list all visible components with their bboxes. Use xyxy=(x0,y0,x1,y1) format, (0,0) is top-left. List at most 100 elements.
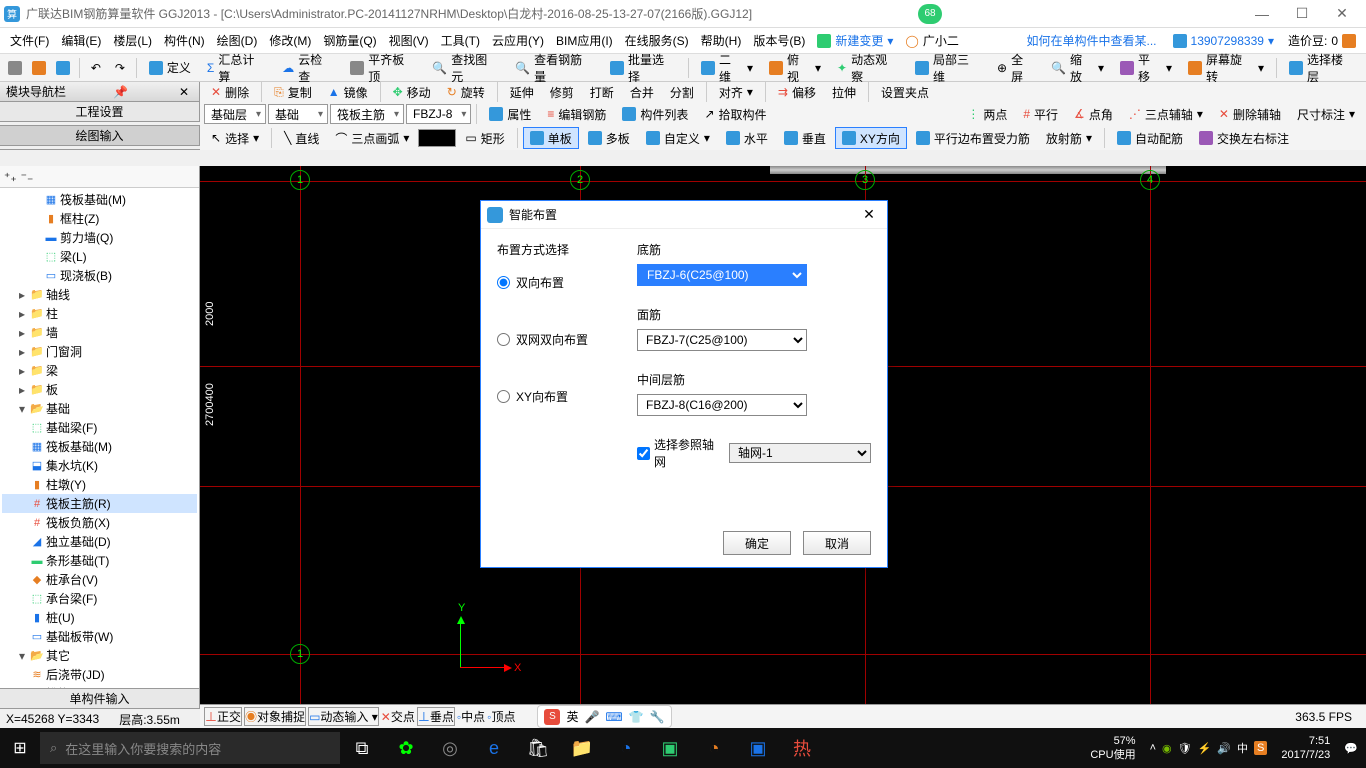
start-button[interactable]: ⊞ xyxy=(0,728,40,768)
tree-node-pedestal[interactable]: ▮柱墩(Y) xyxy=(2,475,197,494)
menu-bim[interactable]: BIM应用(I) xyxy=(550,28,619,53)
menu-draw[interactable]: 绘图(D) xyxy=(211,28,264,53)
menu-tool[interactable]: 工具(T) xyxy=(435,28,486,53)
open-icon[interactable] xyxy=(28,57,50,79)
menu-online[interactable]: 在线服务(S) xyxy=(619,28,695,53)
taskbar-edge[interactable]: e xyxy=(472,728,516,768)
taskbar-app-hot[interactable]: 热 xyxy=(780,728,824,768)
mirror-button[interactable]: ▲镜像 xyxy=(321,81,375,103)
screen-rotate-button[interactable]: 屏幕旋转 ▾ xyxy=(1181,57,1271,79)
pick-component-button[interactable]: ↗拾取构件 xyxy=(697,103,773,125)
undo-icon[interactable]: ↶ xyxy=(85,57,107,79)
tree-group-beam[interactable]: ▸📁梁 xyxy=(2,361,197,380)
flat-top-button[interactable]: 平齐板顶 xyxy=(343,57,423,79)
taskbar-store[interactable]: 🛍 xyxy=(516,728,560,768)
menu-help[interactable]: 帮助(H) xyxy=(695,28,748,53)
tree-node-pile[interactable]: ▮桩(U) xyxy=(2,608,197,627)
tray-clock[interactable]: 7:51 2017/7/23 xyxy=(1273,734,1338,762)
extend-button[interactable]: 延伸 xyxy=(503,81,541,103)
ime-skin-icon[interactable]: 👕 xyxy=(629,710,644,724)
bottom-rebar-select[interactable]: FBZJ-6(C25@100) xyxy=(637,264,807,286)
taskbar-app-3[interactable]: ◔ xyxy=(604,728,648,768)
panel-close-icon[interactable]: ✕ xyxy=(175,85,193,99)
dialog-titlebar[interactable]: 智能布置 ✕ xyxy=(481,201,887,229)
menu-floor[interactable]: 楼层(L) xyxy=(107,28,158,53)
radiate-button[interactable]: 放射筋 ▾ xyxy=(1039,127,1099,149)
arc3-button[interactable]: ⌒三点画弧 ▾ xyxy=(328,127,416,149)
align-button[interactable]: 对齐 ▾ xyxy=(712,81,760,103)
cloud-check-button[interactable]: ☁云检查 xyxy=(275,57,341,79)
radio-bidirectional[interactable]: 双向布置 xyxy=(497,274,617,291)
ref-grid-checkbox-label[interactable]: 选择参照轴网 xyxy=(637,436,721,470)
menu-edit[interactable]: 编辑(E) xyxy=(55,28,107,53)
gxe-button[interactable]: ◯广小二 xyxy=(899,32,964,49)
taskbar-search[interactable]: ⌕ 在这里输入你要搜索的内容 xyxy=(40,732,340,764)
taskbar-app-4[interactable]: ▣ xyxy=(648,728,692,768)
three-point-aux-button[interactable]: ⋰三点辅轴 ▾ xyxy=(1122,103,1210,125)
multi-slab-button[interactable]: 多板 xyxy=(581,127,637,149)
tree-node-column[interactable]: ▮框柱(Z) xyxy=(2,209,197,228)
rotate-button[interactable]: ↻旋转 xyxy=(440,81,492,103)
taskbar-app-1[interactable]: ✿ xyxy=(384,728,428,768)
custom-button[interactable]: 自定义 ▾ xyxy=(639,127,717,149)
find-element-button[interactable]: 🔍查找图元 xyxy=(425,57,506,79)
local-3d-button[interactable]: 局部三维 xyxy=(908,57,988,79)
split-button[interactable]: 分割 xyxy=(663,81,701,103)
menu-version[interactable]: 版本号(B) xyxy=(747,28,811,53)
menu-file[interactable]: 文件(F) xyxy=(4,28,55,53)
attribute-button[interactable]: 属性 xyxy=(482,103,538,125)
tree-group-foundation[interactable]: ▾📂基础 xyxy=(2,399,197,418)
tree-node-strip-fdn[interactable]: ▬条形基础(T) xyxy=(2,551,197,570)
auto-rebar-button[interactable]: 自动配筋 xyxy=(1110,127,1190,149)
vertical-button[interactable]: 垂直 xyxy=(777,127,833,149)
tree-group-axis[interactable]: ▸📁轴线 xyxy=(2,285,197,304)
delete-button[interactable]: ✕删除 xyxy=(204,81,256,103)
define-button[interactable]: 定义 xyxy=(142,57,198,79)
tab-single-input[interactable]: 单构件输入 xyxy=(0,688,199,708)
radio-xy-input[interactable] xyxy=(497,390,510,403)
top-rebar-select[interactable]: FBZJ-7(C25@100) xyxy=(637,329,807,351)
trim-button[interactable]: 修剪 xyxy=(543,81,581,103)
ime-bar[interactable]: S 英 🎤 ⌨ 👕 🔧 xyxy=(537,705,671,728)
osnap-toggle[interactable]: ◉对象捕捉 xyxy=(244,707,306,726)
fullscreen-button[interactable]: ⊕全屏 xyxy=(990,57,1042,79)
radio-double-mesh-input[interactable] xyxy=(497,333,510,346)
color-picker[interactable] xyxy=(418,129,456,147)
middle-rebar-select[interactable]: FBZJ-8(C16@200) xyxy=(637,394,807,416)
minimize-button[interactable]: — xyxy=(1242,2,1282,26)
close-button[interactable]: ✕ xyxy=(1322,2,1362,26)
component-combo[interactable]: FBZJ-8 xyxy=(406,104,471,124)
subcat-combo[interactable]: 筏板主筋 xyxy=(330,104,404,124)
taskbar-explorer[interactable]: 📁 xyxy=(560,728,604,768)
tree-group-other[interactable]: ▾📂其它 xyxy=(2,646,197,665)
system-tray[interactable]: 57% CPU使用 ˄ ◉ 🛡 ⚡ 🔊 中 S 7:51 2017/7/23 💬 xyxy=(1074,734,1366,762)
snap-perp[interactable]: ⊥垂点 xyxy=(417,707,455,726)
new-building-button[interactable]: 新建变更 ▾ xyxy=(811,32,899,49)
tree-group-column[interactable]: ▸📁柱 xyxy=(2,304,197,323)
single-slab-button[interactable]: 单板 xyxy=(523,127,579,149)
tree-node-raft-main-rebar[interactable]: #筏板主筋(R) xyxy=(2,494,197,513)
ortho-toggle[interactable]: ⊥正交 xyxy=(204,707,242,726)
save-icon[interactable] xyxy=(52,57,74,79)
view-rebar-button[interactable]: 🔍查看钢筋量 xyxy=(508,57,601,79)
redo-icon[interactable]: ↷ xyxy=(109,57,131,79)
ok-button[interactable]: 确定 xyxy=(723,531,791,555)
tree-node-sump[interactable]: ⬓集水坑(K) xyxy=(2,456,197,475)
tray-volume-icon[interactable]: 🔊 xyxy=(1217,742,1231,755)
new-icon[interactable] xyxy=(4,57,26,79)
dimension-button[interactable]: 尺寸标注 ▾ xyxy=(1290,103,1362,125)
tree-group-opening[interactable]: ▸📁门窗洞 xyxy=(2,342,197,361)
tree-node-isolated-fdn[interactable]: ◢独立基础(D) xyxy=(2,532,197,551)
2d-button[interactable]: 二维 ▾ xyxy=(694,57,760,79)
ime-tool-icon[interactable]: 🔧 xyxy=(650,710,665,724)
horizontal-button[interactable]: 水平 xyxy=(719,127,775,149)
help-link[interactable]: 如何在单构件中查看某... xyxy=(1019,32,1165,49)
tray-nvidia-icon[interactable]: ◉ xyxy=(1162,742,1172,755)
ref-grid-select[interactable]: 轴网-1 xyxy=(729,443,871,463)
tree-node-beam[interactable]: ⬚梁(L) xyxy=(2,247,197,266)
top-view-button[interactable]: 俯视 ▾ xyxy=(762,57,828,79)
radio-xy[interactable]: XY向布置 xyxy=(497,388,617,405)
menu-member[interactable]: 构件(N) xyxy=(158,28,211,53)
account-button[interactable]: 13907298339 ▾ xyxy=(1165,34,1282,48)
pin-icon[interactable]: 📌 xyxy=(109,85,132,99)
